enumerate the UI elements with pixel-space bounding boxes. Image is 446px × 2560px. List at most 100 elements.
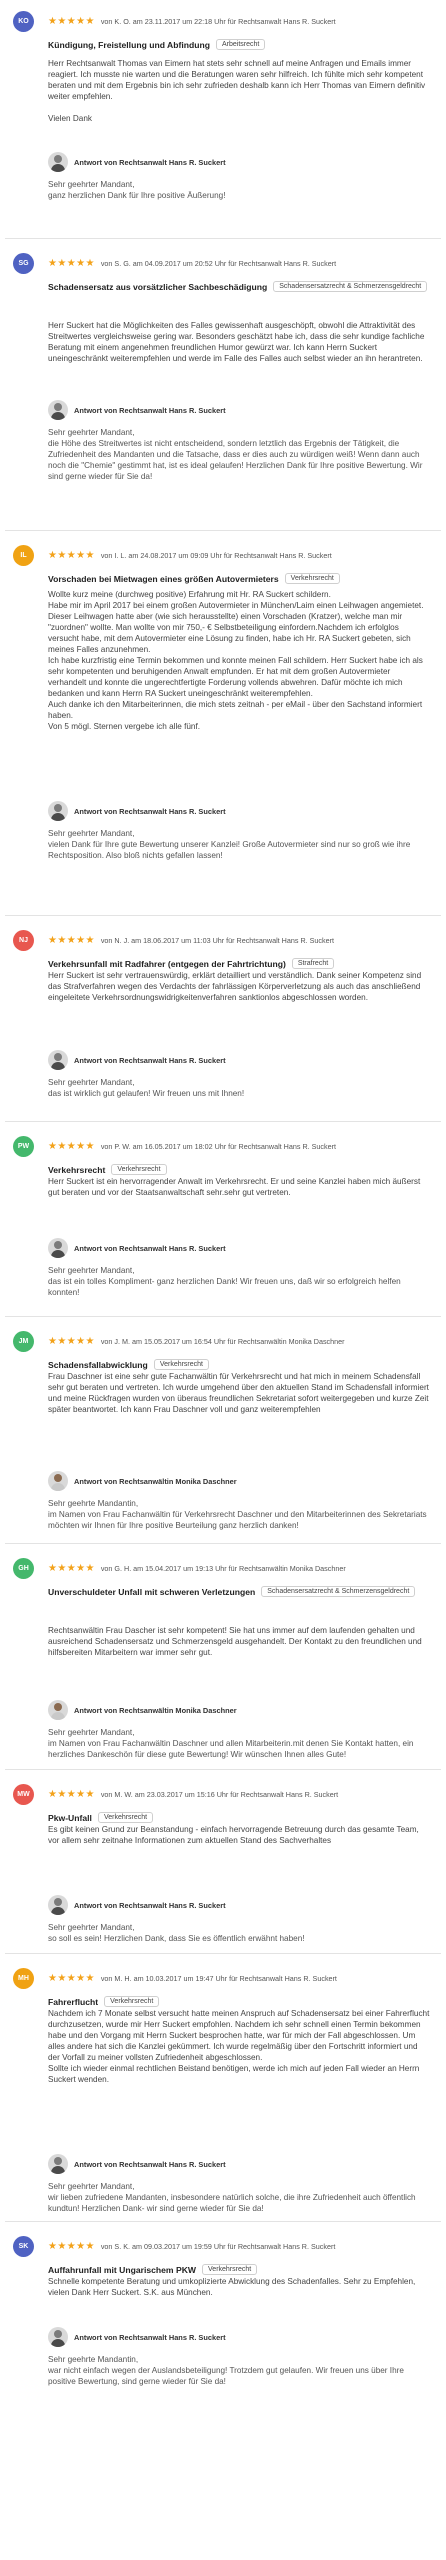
review-separator — [5, 1121, 441, 1122]
lawyer-photo — [48, 2154, 68, 2174]
lawyer-photo — [48, 1238, 68, 1258]
review-paragraph: Sollte ich wieder einmal rechtlichen Bei… — [48, 2064, 420, 2084]
review-title: Auffahrunfall mit Ungarischem PKW — [48, 2264, 197, 2275]
category-tag[interactable]: Verkehrsrecht — [97, 1812, 154, 1823]
category-tag[interactable]: Verkehrsrecht — [153, 1359, 209, 1370]
review-meta: ★★★★★ von K. O. am 23.11.2017 um 22:18 Uh… — [48, 14, 336, 28]
lawyer-reply: Antwort von Rechtsanwalt Hans R. Suckert… — [48, 2326, 430, 2387]
category-tag[interactable]: Arbeitsrecht — [215, 39, 266, 50]
reply-paragraph: Sehr geehrter Mandant, — [48, 1728, 135, 1737]
rating-stars: ★★★★★ — [48, 1562, 95, 1574]
review-body: Es gibt keinen Grund zur Beanstandung - … — [48, 1824, 430, 1846]
review-paragraph: Herr Suckert hat die Möglichkeiten des F… — [48, 321, 425, 363]
reply-text: Sehr geehrter Mandant, wir lieben zufried… — [48, 2181, 430, 2214]
review-title-line: Auffahrunfall mit Ungarischem PKW Verkehr… — [48, 2264, 434, 2275]
reply-header: Antwort von Rechtsanwalt Hans R. Suckert — [48, 1049, 430, 1071]
reviewer-avatar: PW — [13, 1136, 34, 1157]
reply-author: Antwort von Rechtsanwältin Monika Daschn… — [74, 1705, 237, 1715]
category-tag[interactable]: Verkehrsrecht — [284, 573, 340, 584]
category-tag[interactable]: Verkehrsrecht — [104, 1996, 160, 2007]
review-author-date: von G. H. am 15.04.2017 um 19:13 Uhr für… — [100, 1563, 346, 1573]
reply-text: Sehr geehrte Mandantin, war nicht einfach… — [48, 2354, 430, 2387]
reply-paragraph: vielen Dank für Ihre gute Bewertung unse… — [48, 840, 411, 860]
reply-author: Antwort von Rechtsanwalt Hans R. Suckert — [74, 405, 226, 415]
reply-paragraph: ganz herzlichen Dank für Ihre positive Ä… — [48, 191, 226, 200]
reply-paragraph: Sehr geehrter Mandant, — [48, 829, 135, 838]
category-tag[interactable]: Schadensersatzrecht & Schmerzensgeldrech… — [273, 281, 428, 292]
reply-header: Antwort von Rechtsanwältin Monika Daschn… — [48, 1699, 430, 1721]
reply-text: Sehr geehrter Mandant, die Höhe des Strei… — [48, 427, 430, 482]
reply-header: Antwort von Rechtsanwalt Hans R. Suckert — [48, 151, 430, 173]
reply-paragraph: Sehr geehrter Mandant, — [48, 1923, 135, 1932]
review-title: Unverschuldeter Unfall mit schweren Verl… — [48, 1586, 256, 1597]
review-author-date: von I. L. am 24.08.2017 um 09:09 Uhr für… — [100, 550, 332, 560]
review-author-date: von K. O. am 23.11.2017 um 22:18 Uhr für… — [100, 16, 336, 26]
review-title-line: Verkehrsrecht Verkehrsrecht — [48, 1164, 434, 1175]
reply-paragraph: Sehr geehrter Mandant, — [48, 1266, 135, 1275]
reply-paragraph: im Namen von Frau Fachanwältin Daschner … — [48, 1739, 414, 1759]
reviewer-avatar: MW — [13, 1784, 34, 1805]
review-body: Nachdem ich 7 Monate selbst versucht hat… — [48, 2008, 430, 2085]
review-title-line: Pkw-Unfall Verkehrsrecht — [48, 1812, 434, 1823]
review-body: Herr Rechtsanwalt Thomas van Eimern hat … — [48, 58, 430, 124]
review-separator — [5, 915, 441, 916]
reply-author: Antwort von Rechtsanwalt Hans R. Suckert — [74, 1055, 226, 1065]
review-title: Schadensersatz aus vorsätzlicher Sachbes… — [48, 281, 268, 292]
review-body: Wollte kurz meine (durchweg positive) Er… — [48, 589, 430, 732]
review-paragraph: Von 5 mögl. Sternen vergebe ich alle fün… — [48, 722, 201, 731]
category-tag[interactable]: Schadensersatzrecht & Schmerzensgeldrech… — [261, 1586, 416, 1597]
review-title: Pkw-Unfall — [48, 1812, 92, 1823]
lawyer-photo — [48, 1700, 68, 1720]
review-paragraph: Es gibt keinen Grund zur Beanstandung - … — [48, 1825, 419, 1845]
review-author-date: von S. G. am 04.09.2017 um 20:52 Uhr für… — [100, 258, 337, 268]
review-author-date: von S. K. am 09.03.2017 um 19:59 Uhr für… — [100, 2241, 336, 2251]
review-separator — [5, 530, 441, 531]
review-title-line: Kündigung, Freistellung und Abfindung Arb… — [48, 39, 434, 50]
review-body: Schnelle kompetente Beratung und umkopli… — [48, 2276, 430, 2298]
review-meta: ★★★★★ von P. W. am 16.05.2017 um 18:02 Uh… — [48, 1139, 336, 1153]
reply-text: Sehr geehrter Mandant, das ist wirklich g… — [48, 1077, 430, 1099]
review-paragraph — [48, 102, 430, 113]
lawyer-reply: Antwort von Rechtsanwalt Hans R. Suckert… — [48, 800, 430, 861]
reply-header: Antwort von Rechtsanwalt Hans R. Suckert — [48, 2326, 430, 2348]
review-title: Schadensfallabwicklung — [48, 1359, 148, 1370]
category-tag[interactable]: Strafrecht — [291, 958, 335, 969]
review-meta: ★★★★★ von J. M. am 15.05.2017 um 16:54 Uh… — [48, 1334, 345, 1348]
reviewer-avatar: KO — [13, 11, 34, 32]
reviewer-avatar: GH — [13, 1558, 34, 1579]
lawyer-photo — [48, 1050, 68, 1070]
reviewer-avatar: JM — [13, 1331, 34, 1352]
review-body: Herr Suckert hat die Möglichkeiten des F… — [48, 320, 430, 364]
reviewer-avatar: MH — [13, 1968, 34, 1989]
reviewer-avatar: SK — [13, 2236, 34, 2257]
review-paragraph: Schnelle kompetente Beratung und umkopli… — [48, 2277, 416, 2297]
reply-author: Antwort von Rechtsanwalt Hans R. Suckert — [74, 2159, 226, 2169]
reviewer-avatar: IL — [13, 545, 34, 566]
lawyer-photo — [48, 2327, 68, 2347]
review-title-line: Verkehrsunfall mit Radfahrer (entgegen d… — [48, 958, 434, 969]
category-tag[interactable]: Verkehrsrecht — [202, 2264, 258, 2275]
review-separator — [5, 2221, 441, 2222]
reply-text: Sehr geehrter Mandant, vielen Dank für Ih… — [48, 828, 430, 861]
review-separator — [5, 1316, 441, 1317]
category-tag[interactable]: Verkehrsrecht — [111, 1164, 167, 1175]
reply-author: Antwort von Rechtsanwalt Hans R. Suckert — [74, 157, 226, 167]
review-paragraph: Wollte kurz meine (durchweg positive) Er… — [48, 590, 331, 599]
rating-stars: ★★★★★ — [48, 549, 95, 561]
reply-paragraph: Sehr geehrte Mandantin, — [48, 1499, 139, 1508]
reply-paragraph: Sehr geehrter Mandant, — [48, 1078, 135, 1087]
lawyer-photo — [48, 801, 68, 821]
review-paragraph: Vielen Dank — [48, 114, 92, 123]
reply-text: Sehr geehrter Mandant, ganz herzlichen Da… — [48, 179, 430, 201]
review-paragraph: Ich habe kurzfristig eine Termin bekomme… — [48, 656, 423, 698]
review-meta: ★★★★★ von M. H. am 10.03.2017 um 19:47 Uh… — [48, 1971, 337, 1985]
rating-stars: ★★★★★ — [48, 1140, 95, 1152]
reviewer-avatar: SG — [13, 253, 34, 274]
review-meta: ★★★★★ von S. K. am 09.03.2017 um 19:59 Uh… — [48, 2239, 335, 2253]
reply-author: Antwort von Rechtsanwalt Hans R. Suckert — [74, 1243, 226, 1253]
review-meta: ★★★★★ von M. W. am 23.03.2017 um 15:16 Uh… — [48, 1787, 338, 1801]
reply-text: Sehr geehrter Mandant, das ist ein tolles… — [48, 1265, 430, 1298]
rating-stars: ★★★★★ — [48, 1788, 95, 1800]
review-paragraph: Rechtsanwältin Frau Dascher ist sehr kom… — [48, 1626, 422, 1657]
review-body: Rechtsanwältin Frau Dascher ist sehr kom… — [48, 1625, 430, 1658]
